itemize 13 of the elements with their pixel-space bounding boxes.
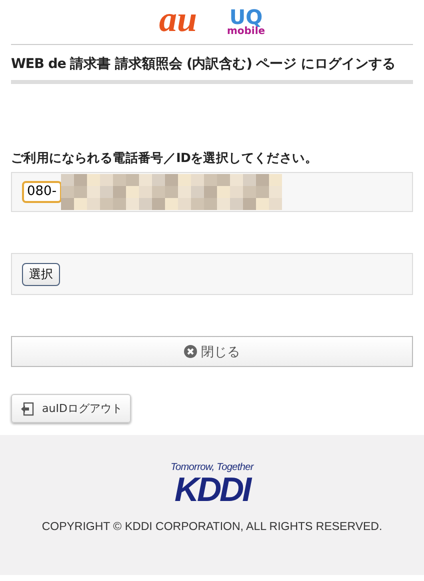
select-button[interactable]: 選択 [22,262,60,286]
copyright-text: COPYRIGHT © KDDI CORPORATION, ALL RIGHTS RESERVED. [42,521,382,533]
close-icon [184,345,197,358]
logout-button[interactable]: auIDログアウト [11,394,132,423]
au-logo: au [158,1,197,37]
kddi-logo: KDDI [174,473,250,507]
instruction-text: ご利用になられる電話番号／IDを選択してください。 [11,150,319,167]
uq-mobile-logo: UQ mobile [226,7,266,37]
number-select[interactable]: 080- [22,181,62,203]
logout-icon [20,402,34,416]
tagline: Tomorrow, Together [170,462,254,473]
page-heading: WEB de 請求書 請求額照会 (内訳含む) ページ にログインする [11,45,413,84]
close-button[interactable]: 閉じる [11,336,413,367]
